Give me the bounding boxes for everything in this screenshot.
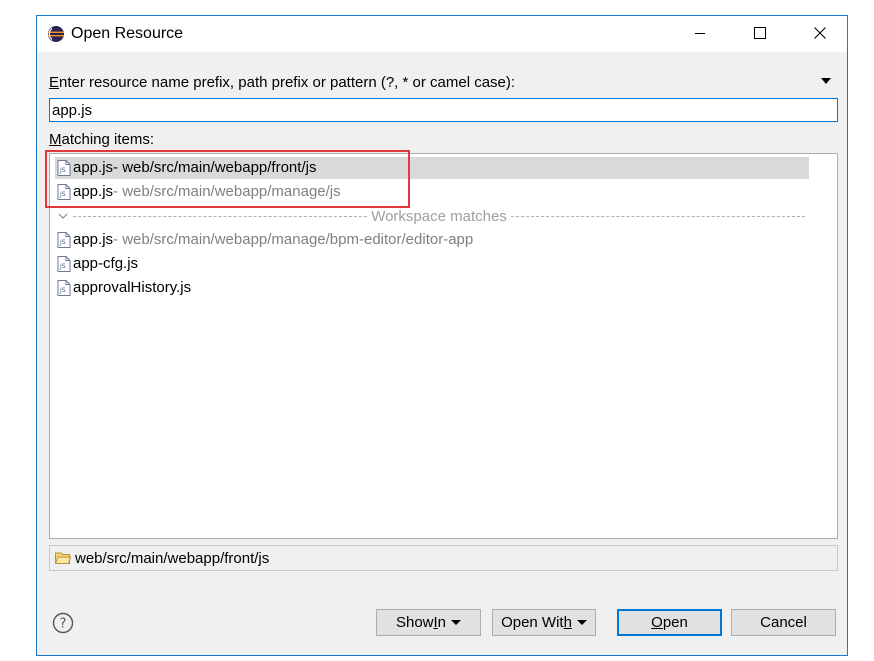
svg-text:?: ? — [60, 617, 67, 632]
svg-text:JS: JS — [59, 263, 66, 270]
close-icon — [814, 27, 826, 39]
svg-text:JS: JS — [59, 239, 66, 246]
open-with-button[interactable]: Open Wit h — [492, 609, 596, 636]
svg-text:JS: JS — [59, 191, 66, 198]
js-file-icon: JS — [57, 232, 71, 248]
open-button[interactable]: Open — [617, 609, 722, 636]
selected-path: web/src/main/webapp/front/js — [75, 549, 270, 567]
maximize-button[interactable] — [737, 16, 783, 50]
svg-text:JS: JS — [59, 287, 66, 294]
list-item[interactable]: JS app.js - web/src/main/webapp/manage/j… — [55, 181, 809, 203]
search-prompt-label: Enter resource name prefix, path prefix … — [49, 74, 516, 91]
matching-items-label: Matching items: — [49, 131, 155, 148]
js-file-icon: JS — [57, 184, 71, 200]
cancel-button[interactable]: Cancel — [731, 609, 836, 636]
selected-path-statusbar: web/src/main/webapp/front/js — [49, 545, 838, 571]
minimize-button[interactable] — [677, 16, 723, 50]
title-bar: Open Resource — [37, 16, 847, 52]
list-item[interactable]: JS app-cfg.js — [55, 253, 809, 275]
separator-line — [510, 215, 806, 217]
js-file-icon: JS — [57, 256, 71, 272]
window-title: Open Resource — [71, 25, 184, 42]
chevron-down-icon — [576, 620, 587, 625]
chevron-down-icon — [451, 620, 462, 625]
separator-label: Workspace matches — [371, 207, 507, 225]
matching-items-list[interactable]: JS app.js - web/src/main/webapp/front/js… — [49, 153, 838, 539]
history-dropdown-icon[interactable] — [821, 78, 831, 84]
chevron-down-icon[interactable] — [57, 210, 69, 222]
list-item[interactable]: JS app.js - web/src/main/webapp/manage/b… — [55, 229, 809, 251]
open-resource-dialog: Open Resource Enter resource name prefix… — [36, 15, 848, 656]
search-input[interactable] — [49, 98, 838, 122]
workspace-matches-separator: Workspace matches — [55, 206, 809, 226]
minimize-icon — [695, 33, 705, 34]
list-item[interactable]: JS app.js - web/src/main/webapp/front/js — [55, 157, 809, 179]
js-file-icon: JS — [57, 160, 71, 176]
show-in-button[interactable]: Show In — [376, 609, 481, 636]
help-icon[interactable]: ? — [52, 612, 74, 634]
separator-line — [73, 215, 368, 217]
list-item[interactable]: JS approvalHistory.js — [55, 277, 809, 299]
maximize-icon — [754, 27, 766, 39]
svg-text:JS: JS — [59, 167, 66, 174]
close-button[interactable] — [797, 16, 843, 50]
js-file-icon: JS — [57, 280, 71, 296]
eclipse-icon — [48, 26, 64, 42]
folder-icon — [55, 552, 71, 564]
